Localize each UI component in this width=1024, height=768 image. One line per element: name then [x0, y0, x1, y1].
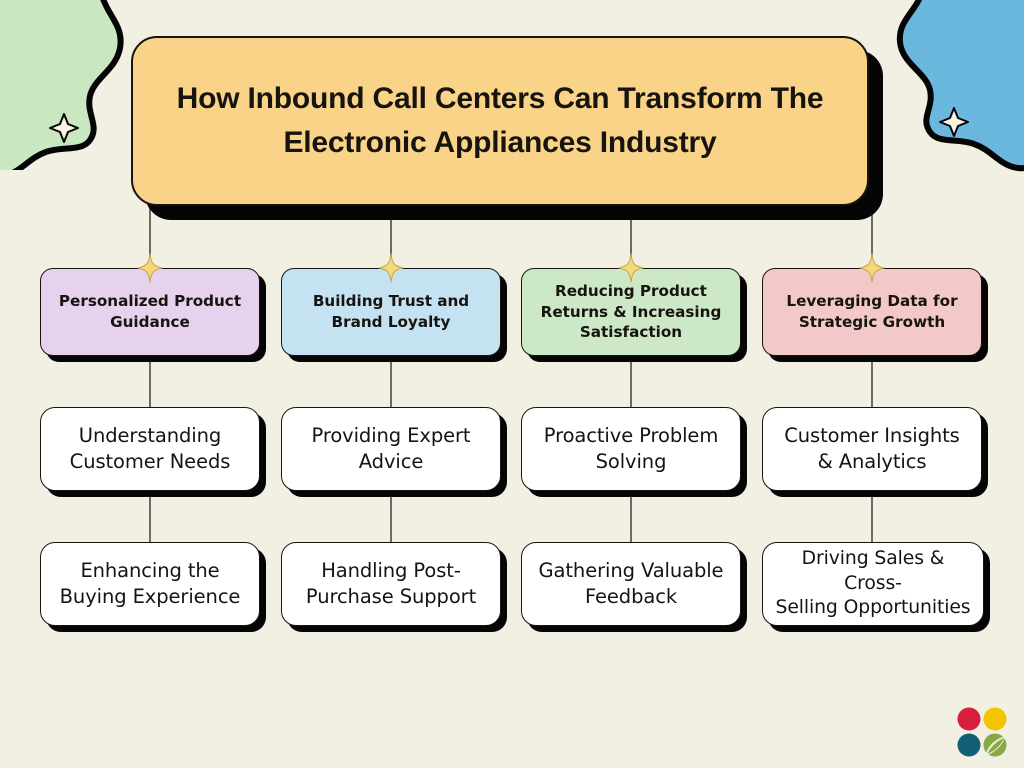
category-1-line-2: Brand Loyalty: [331, 313, 451, 331]
logo-dot-teal: [957, 733, 981, 757]
category-node-0[interactable]: Personalized Product Guidance: [40, 268, 260, 356]
item-node-1-1[interactable]: Handling Post- Purchase Support: [281, 542, 501, 626]
item-label-1-1: Handling Post- Purchase Support: [306, 558, 476, 610]
page-title-line-1: How Inbound Call Centers Can Transform T…: [176, 81, 824, 115]
logo-dot-yellow: [983, 707, 1007, 731]
item-2-0-line-2: Solving: [595, 450, 667, 473]
category-2-line-1: Reducing Product: [555, 281, 707, 300]
decorative-blob-top-left: [0, 0, 124, 170]
item-label-0-1: Enhancing the Buying Experience: [60, 558, 241, 610]
item-1-0-line-2: Advice: [358, 450, 424, 473]
item-1-1-line-2: Purchase Support: [305, 585, 477, 608]
category-node-3[interactable]: Leveraging Data for Strategic Growth: [762, 268, 982, 356]
category-label-2: Reducing Product Returns & Increasing Sa…: [541, 281, 722, 343]
sparkle-star-blob-left: [49, 113, 79, 143]
item-3-0-line-1: Customer Insights: [784, 424, 960, 448]
category-2-line-2: Returns & Increasing: [540, 302, 722, 321]
category-label-3: Leveraging Data for Strategic Growth: [786, 291, 957, 332]
item-node-0-1[interactable]: Enhancing the Buying Experience: [40, 542, 260, 626]
brand-logo: [957, 707, 1007, 757]
item-3-0-line-2: & Analytics: [817, 450, 927, 473]
item-0-1-line-2: Buying Experience: [59, 585, 241, 608]
item-2-1-line-1: Gathering Valuable: [538, 559, 724, 583]
item-3-1-line-2: Selling Opportunities: [775, 597, 971, 619]
item-node-3-1[interactable]: Driving Sales & Cross- Selling Opportuni…: [762, 542, 984, 626]
page-title-text: How Inbound Call Centers Can Transform T…: [177, 77, 824, 166]
item-node-3-0[interactable]: Customer Insights & Analytics: [762, 407, 982, 491]
category-label-1: Building Trust and Brand Loyalty: [313, 291, 469, 332]
category-2-line-3: Satisfaction: [579, 323, 683, 342]
logo-dot-red: [957, 707, 981, 731]
item-node-1-0[interactable]: Providing Expert Advice: [281, 407, 501, 491]
item-2-0-line-1: Proactive Problem: [543, 424, 719, 448]
item-0-0-line-1: Understanding: [78, 424, 222, 448]
item-0-0-line-2: Customer Needs: [69, 450, 231, 473]
item-label-2-1: Gathering Valuable Feedback: [539, 558, 724, 610]
category-0-line-1: Personalized Product: [58, 292, 242, 311]
category-node-2[interactable]: Reducing Product Returns & Increasing Sa…: [521, 268, 741, 356]
decorative-blob-top-right: [896, 0, 1024, 172]
infographic-canvas: How Inbound Call Centers Can Transform T…: [0, 0, 1024, 768]
item-1-1-line-1: Handling Post-: [321, 559, 461, 583]
item-label-3-0: Customer Insights & Analytics: [784, 423, 960, 475]
page-title-line-2: Electronic Appliances Industry: [283, 126, 717, 159]
item-0-1-line-1: Enhancing the: [80, 559, 220, 583]
item-node-0-0[interactable]: Understanding Customer Needs: [40, 407, 260, 491]
category-node-1[interactable]: Building Trust and Brand Loyalty: [281, 268, 501, 356]
item-1-0-line-1: Providing Expert: [311, 424, 471, 448]
item-label-3-1: Driving Sales & Cross- Selling Opportuni…: [775, 547, 971, 622]
category-3-line-1: Leveraging Data for: [786, 292, 958, 311]
page-title: How Inbound Call Centers Can Transform T…: [131, 36, 869, 206]
item-label-2-0: Proactive Problem Solving: [543, 423, 719, 475]
item-node-2-0[interactable]: Proactive Problem Solving: [521, 407, 741, 491]
category-1-line-1: Building Trust and: [312, 292, 470, 311]
category-0-line-2: Guidance: [110, 313, 190, 331]
item-label-0-0: Understanding Customer Needs: [70, 423, 231, 475]
category-3-line-2: Strategic Growth: [798, 313, 946, 331]
item-label-1-0: Providing Expert Advice: [312, 423, 471, 475]
logo-dot-green-leaf: [983, 733, 1007, 757]
item-node-2-1[interactable]: Gathering Valuable Feedback: [521, 542, 741, 626]
item-3-1-line-1: Driving Sales & Cross-: [801, 547, 945, 594]
item-2-1-line-2: Feedback: [584, 585, 678, 608]
category-label-0: Personalized Product Guidance: [59, 291, 241, 332]
